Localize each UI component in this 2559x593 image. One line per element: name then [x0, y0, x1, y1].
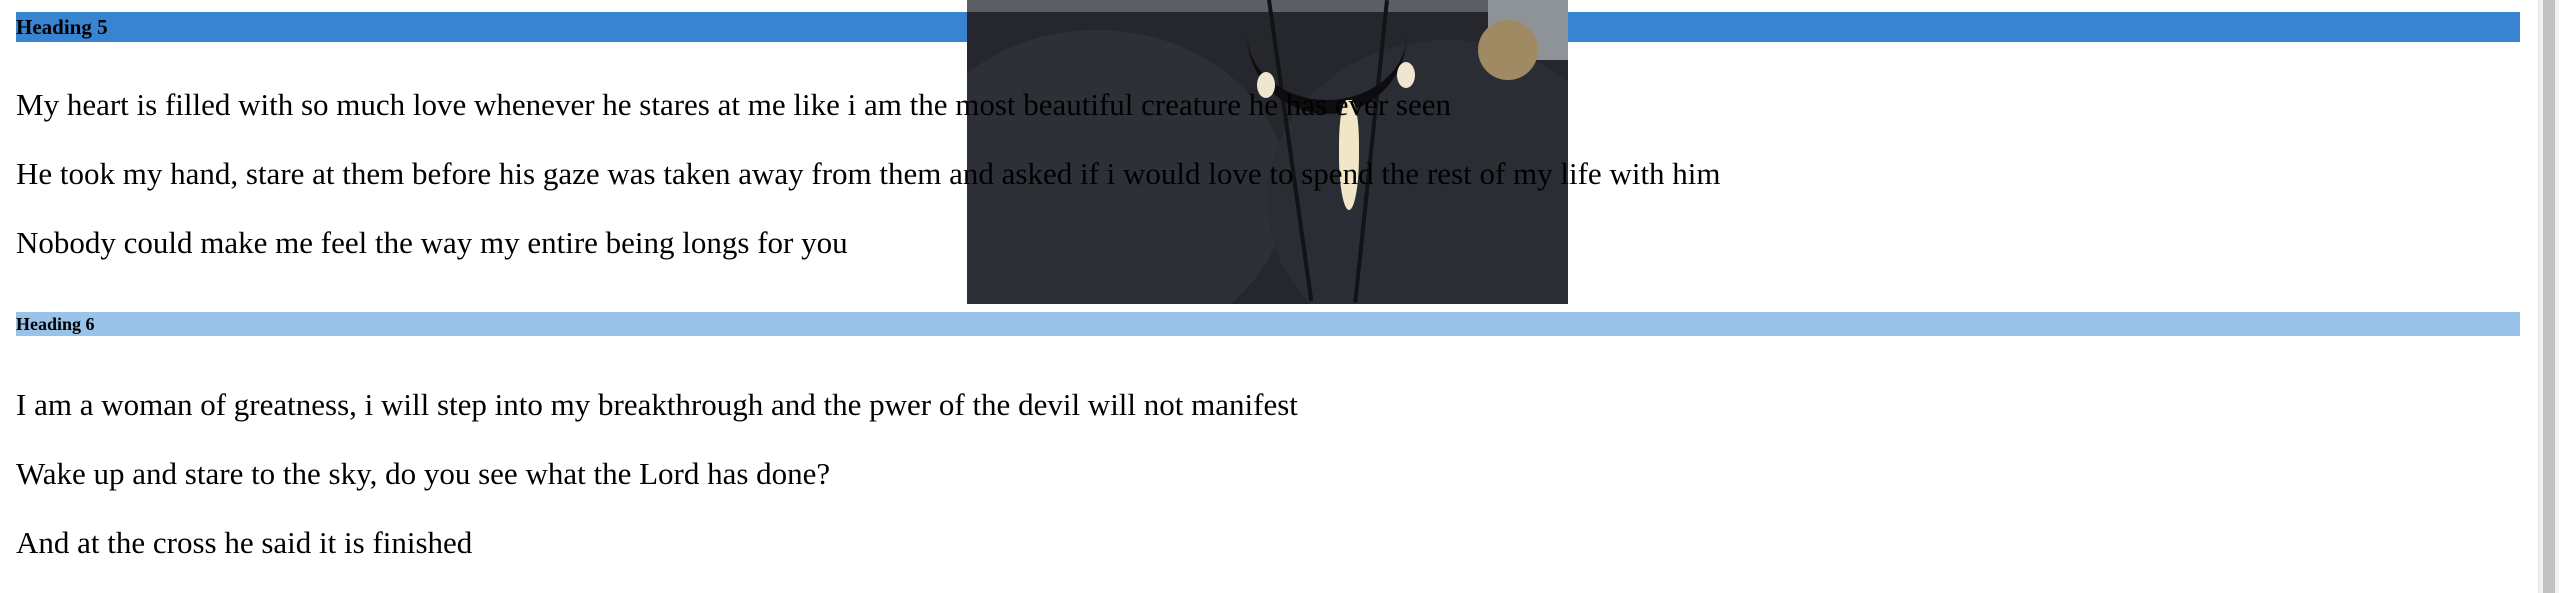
heading-6: Heading 6	[16, 314, 95, 334]
heading-5: Heading 5	[16, 15, 108, 39]
paragraph-5: Wake up and stare to the sky, do you see…	[16, 456, 831, 491]
portrait-photo	[967, 0, 1568, 304]
paragraph-1: My heart is filled with so much love whe…	[16, 87, 1451, 122]
scrollbar-thumb[interactable]	[2543, 0, 2555, 593]
paragraph-4: I am a woman of greatness, i will step i…	[16, 387, 1298, 422]
paragraph-3: Nobody could make me feel the way my ent…	[16, 225, 848, 260]
page: Heading 5 My heart is filled with so muc…	[0, 0, 2559, 593]
paragraph-6: And at the cross he said it is finished	[16, 525, 473, 560]
paragraph-2: He took my hand, stare at them before hi…	[16, 156, 1721, 191]
vertical-scrollbar[interactable]	[2538, 0, 2559, 593]
